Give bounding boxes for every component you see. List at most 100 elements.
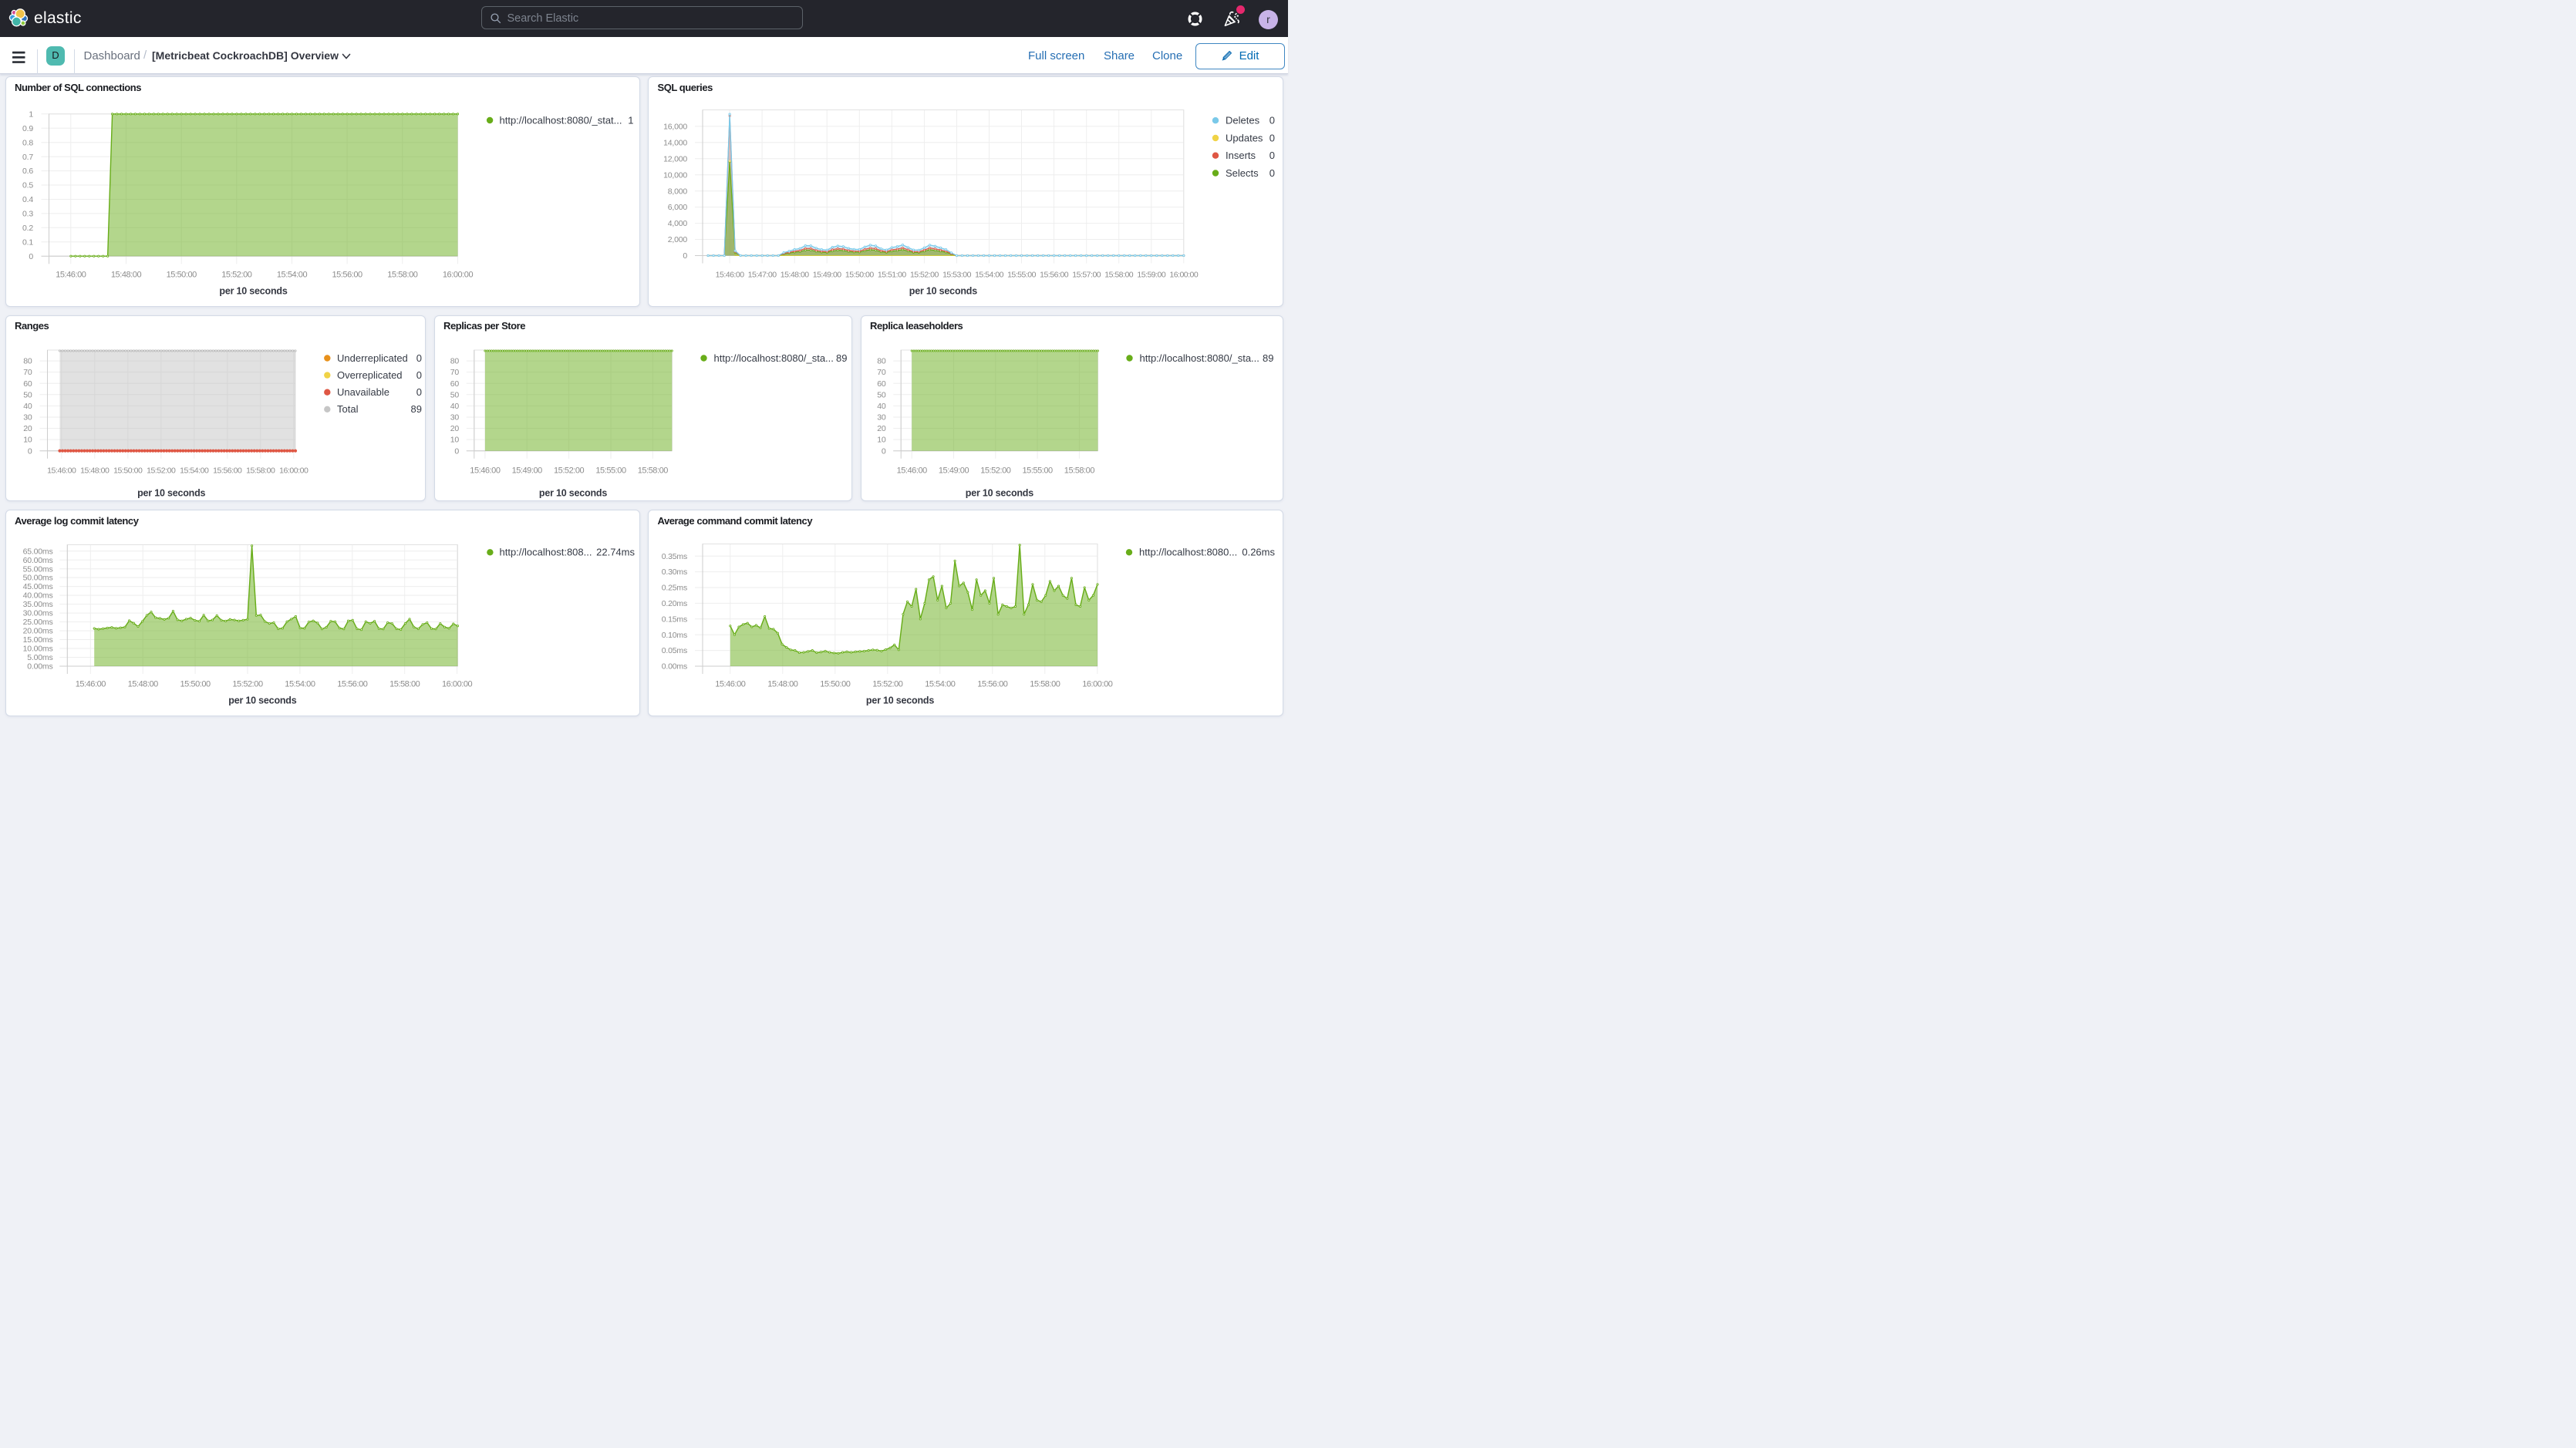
svg-text:http://localhost:8080/_sta...: http://localhost:8080/_sta... bbox=[1139, 352, 1259, 363]
svg-text:25.00ms: 25.00ms bbox=[22, 618, 52, 627]
svg-text:10: 10 bbox=[23, 435, 32, 444]
svg-text:15:58:00: 15:58:00 bbox=[246, 466, 275, 475]
svg-text:16:00:00: 16:00:00 bbox=[1169, 270, 1199, 279]
svg-text:per 10 seconds: per 10 seconds bbox=[137, 487, 205, 498]
svg-text:0.00ms: 0.00ms bbox=[662, 662, 687, 672]
svg-text:15:58:00: 15:58:00 bbox=[387, 270, 418, 279]
svg-text:15:50:00: 15:50:00 bbox=[845, 270, 875, 279]
svg-text:16:00:00: 16:00:00 bbox=[1082, 680, 1113, 689]
svg-text:15:56:00: 15:56:00 bbox=[332, 270, 362, 279]
svg-text:89: 89 bbox=[836, 352, 847, 363]
svg-text:per 10 seconds: per 10 seconds bbox=[228, 695, 296, 706]
svg-text:89: 89 bbox=[410, 403, 421, 415]
svg-text:0: 0 bbox=[1269, 115, 1275, 126]
svg-text:5.00ms: 5.00ms bbox=[27, 653, 52, 662]
svg-text:Inserts: Inserts bbox=[1226, 150, 1256, 161]
svg-text:10.00ms: 10.00ms bbox=[22, 645, 52, 654]
svg-text:15:48:00: 15:48:00 bbox=[80, 466, 110, 475]
svg-text:15:50:00: 15:50:00 bbox=[166, 270, 197, 279]
svg-text:0.2: 0.2 bbox=[22, 224, 33, 233]
svg-text:15:59:00: 15:59:00 bbox=[1137, 270, 1166, 279]
svg-text:89: 89 bbox=[1263, 352, 1273, 363]
svg-text:15:51:00: 15:51:00 bbox=[878, 270, 907, 279]
svg-text:16:00:00: 16:00:00 bbox=[441, 680, 472, 689]
svg-text:15:55:00: 15:55:00 bbox=[595, 466, 626, 475]
svg-text:16:00:00: 16:00:00 bbox=[442, 270, 473, 279]
svg-text:20: 20 bbox=[877, 424, 886, 433]
svg-text:0: 0 bbox=[881, 446, 885, 456]
svg-text:16,000: 16,000 bbox=[663, 122, 687, 131]
svg-text:60.00ms: 60.00ms bbox=[22, 556, 52, 565]
svg-text:14,000: 14,000 bbox=[663, 138, 687, 147]
svg-text:15:50:00: 15:50:00 bbox=[113, 466, 143, 475]
svg-text:0.8: 0.8 bbox=[22, 138, 33, 147]
svg-text:15:58:00: 15:58:00 bbox=[389, 680, 420, 689]
svg-text:20: 20 bbox=[450, 424, 459, 433]
svg-text:Unavailable: Unavailable bbox=[337, 386, 389, 398]
svg-text:15:58:00: 15:58:00 bbox=[1064, 466, 1094, 475]
svg-text:Underreplicated: Underreplicated bbox=[337, 352, 408, 363]
svg-text:10: 10 bbox=[450, 435, 459, 444]
svg-text:15:56:00: 15:56:00 bbox=[977, 680, 1008, 689]
svg-text:0.9: 0.9 bbox=[22, 124, 33, 133]
svg-text:15:57:00: 15:57:00 bbox=[1072, 270, 1101, 279]
svg-text:http://localhost:808...: http://localhost:808... bbox=[499, 547, 592, 558]
svg-text:15:52:00: 15:52:00 bbox=[221, 270, 252, 279]
svg-text:0.25ms: 0.25ms bbox=[662, 584, 687, 593]
svg-text:50.00ms: 50.00ms bbox=[22, 574, 52, 583]
svg-text:15:54:00: 15:54:00 bbox=[925, 680, 956, 689]
svg-text:15:46:00: 15:46:00 bbox=[75, 680, 106, 689]
svg-text:15:49:00: 15:49:00 bbox=[511, 466, 542, 475]
svg-text:80: 80 bbox=[877, 356, 886, 365]
svg-text:0.6: 0.6 bbox=[22, 167, 33, 176]
svg-text:15:54:00: 15:54:00 bbox=[180, 466, 209, 475]
svg-text:15:50:00: 15:50:00 bbox=[820, 680, 851, 689]
svg-text:12,000: 12,000 bbox=[663, 154, 687, 163]
svg-text:2,000: 2,000 bbox=[668, 235, 688, 244]
svg-text:15:55:00: 15:55:00 bbox=[1007, 270, 1037, 279]
svg-text:0: 0 bbox=[1269, 132, 1275, 143]
svg-text:30: 30 bbox=[23, 413, 32, 422]
svg-text:0.05ms: 0.05ms bbox=[662, 646, 687, 655]
svg-text:Updates: Updates bbox=[1226, 132, 1263, 143]
svg-text:16:00:00: 16:00:00 bbox=[279, 466, 309, 475]
svg-text:15:46:00: 15:46:00 bbox=[896, 466, 927, 475]
svg-text:1: 1 bbox=[29, 109, 33, 119]
svg-text:30: 30 bbox=[877, 413, 886, 422]
svg-text:0.3: 0.3 bbox=[22, 210, 33, 219]
svg-text:15:55:00: 15:55:00 bbox=[1022, 466, 1053, 475]
svg-text:20: 20 bbox=[23, 424, 32, 433]
svg-text:45.00ms: 45.00ms bbox=[22, 582, 52, 591]
svg-text:15:58:00: 15:58:00 bbox=[1104, 270, 1134, 279]
svg-text:15:46:00: 15:46:00 bbox=[56, 270, 86, 279]
svg-text:40: 40 bbox=[450, 402, 459, 411]
svg-text:15:56:00: 15:56:00 bbox=[337, 680, 368, 689]
svg-text:60: 60 bbox=[450, 379, 459, 388]
svg-text:0: 0 bbox=[416, 369, 421, 381]
svg-text:50: 50 bbox=[23, 390, 32, 399]
svg-text:0: 0 bbox=[416, 386, 421, 398]
svg-text:0.20ms: 0.20ms bbox=[662, 599, 687, 608]
svg-text:0.1: 0.1 bbox=[22, 237, 33, 247]
svg-text:Total: Total bbox=[337, 403, 359, 415]
svg-text:0: 0 bbox=[1269, 167, 1275, 179]
svg-text:15:49:00: 15:49:00 bbox=[813, 270, 842, 279]
svg-text:15:52:00: 15:52:00 bbox=[553, 466, 584, 475]
svg-text:15:56:00: 15:56:00 bbox=[1040, 270, 1069, 279]
svg-text:0.7: 0.7 bbox=[22, 153, 33, 162]
svg-text:80: 80 bbox=[450, 356, 459, 365]
svg-text:35.00ms: 35.00ms bbox=[22, 600, 52, 609]
svg-text:15:48:00: 15:48:00 bbox=[781, 270, 810, 279]
svg-text:8,000: 8,000 bbox=[668, 187, 688, 196]
svg-text:40: 40 bbox=[23, 402, 32, 411]
svg-text:http://localhost:8080/_stat...: http://localhost:8080/_stat... bbox=[499, 114, 622, 126]
svg-text:30: 30 bbox=[450, 413, 459, 422]
svg-text:0.35ms: 0.35ms bbox=[662, 552, 687, 561]
svg-text:55.00ms: 55.00ms bbox=[22, 564, 52, 574]
svg-text:15:47:00: 15:47:00 bbox=[748, 270, 777, 279]
svg-text:15:52:00: 15:52:00 bbox=[232, 680, 263, 689]
svg-text:15:54:00: 15:54:00 bbox=[975, 270, 1004, 279]
svg-text:15:58:00: 15:58:00 bbox=[1030, 680, 1060, 689]
svg-text:15.00ms: 15.00ms bbox=[22, 635, 52, 645]
svg-text:per 10 seconds: per 10 seconds bbox=[538, 487, 606, 498]
